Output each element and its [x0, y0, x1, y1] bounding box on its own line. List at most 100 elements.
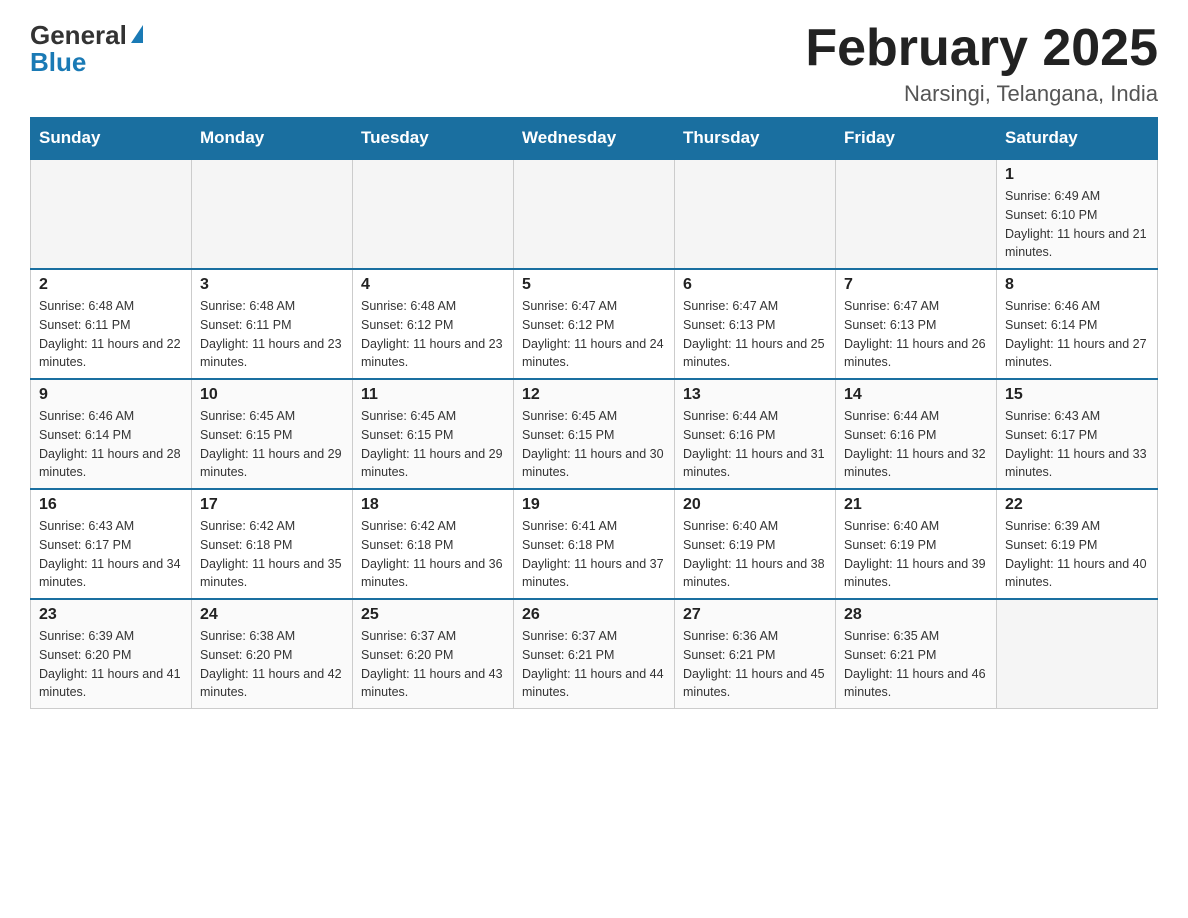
month-title: February 2025: [805, 20, 1158, 77]
day-info: Sunrise: 6:38 AMSunset: 6:20 PMDaylight:…: [200, 627, 344, 702]
logo-blue-text: Blue: [30, 47, 86, 78]
day-cell: 18 Sunrise: 6:42 AMSunset: 6:18 PMDayligh…: [353, 489, 514, 599]
day-info: Sunrise: 6:49 AMSunset: 6:10 PMDaylight:…: [1005, 187, 1149, 262]
day-cell: [997, 599, 1158, 709]
day-cell: 7 Sunrise: 6:47 AMSunset: 6:13 PMDaylight…: [836, 269, 997, 379]
day-number: 27: [683, 606, 827, 624]
day-info: Sunrise: 6:44 AMSunset: 6:16 PMDaylight:…: [844, 407, 988, 482]
day-number: 19: [522, 496, 666, 514]
day-cell: [353, 159, 514, 269]
day-cell: 28Sunrise: 6:35 AMSunset: 6:21 PMDayligh…: [836, 599, 997, 709]
header-cell-thursday: Thursday: [675, 118, 836, 160]
day-cell: 4 Sunrise: 6:48 AMSunset: 6:12 PMDaylight…: [353, 269, 514, 379]
day-number: 14: [844, 386, 988, 404]
day-info: Sunrise: 6:42 AMSunset: 6:18 PMDaylight:…: [361, 517, 505, 592]
day-cell: 26 Sunrise: 6:37 AMSunset: 6:21 PMDayligh…: [514, 599, 675, 709]
day-info: Sunrise: 6:47 AMSunset: 6:12 PMDaylight:…: [522, 297, 666, 372]
day-cell: 27 Sunrise: 6:36 AMSunset: 6:21 PMDayligh…: [675, 599, 836, 709]
week-row-4: 16 Sunrise: 6:43 AMSunset: 6:17 PMDayligh…: [31, 489, 1158, 599]
day-info: Sunrise: 6:39 AMSunset: 6:20 PMDaylight:…: [39, 627, 183, 702]
day-number: 25: [361, 606, 505, 624]
header-row: SundayMondayTuesdayWednesdayThursdayFrid…: [31, 118, 1158, 160]
day-cell: 11 Sunrise: 6:45 AMSunset: 6:15 PMDayligh…: [353, 379, 514, 489]
header-cell-wednesday: Wednesday: [514, 118, 675, 160]
day-number: 17: [200, 496, 344, 514]
day-number: 22: [1005, 496, 1149, 514]
day-number: 13: [683, 386, 827, 404]
day-number: 21: [844, 496, 988, 514]
day-info: Sunrise: 6:47 AMSunset: 6:13 PMDaylight:…: [844, 297, 988, 372]
day-info: Sunrise: 6:44 AMSunset: 6:16 PMDaylight:…: [683, 407, 827, 482]
calendar-table: SundayMondayTuesdayWednesdayThursdayFrid…: [30, 117, 1158, 709]
day-info: Sunrise: 6:48 AMSunset: 6:12 PMDaylight:…: [361, 297, 505, 372]
day-cell: 10Sunrise: 6:45 AMSunset: 6:15 PMDayligh…: [192, 379, 353, 489]
day-info: Sunrise: 6:45 AMSunset: 6:15 PMDaylight:…: [361, 407, 505, 482]
day-number: 9: [39, 386, 183, 404]
day-info: Sunrise: 6:46 AMSunset: 6:14 PMDaylight:…: [39, 407, 183, 482]
day-info: Sunrise: 6:42 AMSunset: 6:18 PMDaylight:…: [200, 517, 344, 592]
day-info: Sunrise: 6:45 AMSunset: 6:15 PMDaylight:…: [522, 407, 666, 482]
logo-triangle-icon: [131, 25, 143, 43]
day-number: 6: [683, 276, 827, 294]
day-number: 23: [39, 606, 183, 624]
day-number: 15: [1005, 386, 1149, 404]
day-number: 12: [522, 386, 666, 404]
day-info: Sunrise: 6:47 AMSunset: 6:13 PMDaylight:…: [683, 297, 827, 372]
day-cell: 1 Sunrise: 6:49 AMSunset: 6:10 PMDaylight…: [997, 159, 1158, 269]
day-cell: 15 Sunrise: 6:43 AMSunset: 6:17 PMDayligh…: [997, 379, 1158, 489]
day-number: 5: [522, 276, 666, 294]
day-number: 18: [361, 496, 505, 514]
title-area: February 2025 Narsingi, Telangana, India: [805, 20, 1158, 107]
day-cell: 6 Sunrise: 6:47 AMSunset: 6:13 PMDaylight…: [675, 269, 836, 379]
day-number: 11: [361, 386, 505, 404]
day-cell: [836, 159, 997, 269]
day-info: Sunrise: 6:37 AMSunset: 6:21 PMDaylight:…: [522, 627, 666, 702]
day-info: Sunrise: 6:43 AMSunset: 6:17 PMDaylight:…: [1005, 407, 1149, 482]
day-info: Sunrise: 6:37 AMSunset: 6:20 PMDaylight:…: [361, 627, 505, 702]
day-cell: 19 Sunrise: 6:41 AMSunset: 6:18 PMDayligh…: [514, 489, 675, 599]
day-cell: 22 Sunrise: 6:39 AMSunset: 6:19 PMDayligh…: [997, 489, 1158, 599]
day-cell: [514, 159, 675, 269]
week-row-2: 2 Sunrise: 6:48 AMSunset: 6:11 PMDaylight…: [31, 269, 1158, 379]
day-cell: 9 Sunrise: 6:46 AMSunset: 6:14 PMDaylight…: [31, 379, 192, 489]
day-number: 10: [200, 386, 344, 404]
day-number: 7: [844, 276, 988, 294]
day-cell: 8Sunrise: 6:46 AMSunset: 6:14 PMDaylight…: [997, 269, 1158, 379]
day-number: 20: [683, 496, 827, 514]
week-row-5: 23 Sunrise: 6:39 AMSunset: 6:20 PMDayligh…: [31, 599, 1158, 709]
page-header: General Blue February 2025 Narsingi, Tel…: [30, 20, 1158, 107]
day-number: 8: [1005, 276, 1149, 294]
day-cell: [31, 159, 192, 269]
day-cell: 3Sunrise: 6:48 AMSunset: 6:11 PMDaylight…: [192, 269, 353, 379]
day-cell: 20 Sunrise: 6:40 AMSunset: 6:19 PMDayligh…: [675, 489, 836, 599]
header-cell-saturday: Saturday: [997, 118, 1158, 160]
header-cell-sunday: Sunday: [31, 118, 192, 160]
day-cell: 2 Sunrise: 6:48 AMSunset: 6:11 PMDaylight…: [31, 269, 192, 379]
day-info: Sunrise: 6:48 AMSunset: 6:11 PMDaylight:…: [39, 297, 183, 372]
day-cell: 13 Sunrise: 6:44 AMSunset: 6:16 PMDayligh…: [675, 379, 836, 489]
day-info: Sunrise: 6:48 AMSunset: 6:11 PMDaylight:…: [200, 297, 344, 372]
day-number: 1: [1005, 166, 1149, 184]
day-cell: 24 Sunrise: 6:38 AMSunset: 6:20 PMDayligh…: [192, 599, 353, 709]
day-info: Sunrise: 6:39 AMSunset: 6:19 PMDaylight:…: [1005, 517, 1149, 592]
day-info: Sunrise: 6:40 AMSunset: 6:19 PMDaylight:…: [683, 517, 827, 592]
day-info: Sunrise: 6:40 AMSunset: 6:19 PMDaylight:…: [844, 517, 988, 592]
day-cell: 5 Sunrise: 6:47 AMSunset: 6:12 PMDaylight…: [514, 269, 675, 379]
day-number: 24: [200, 606, 344, 624]
header-cell-monday: Monday: [192, 118, 353, 160]
day-number: 26: [522, 606, 666, 624]
day-cell: 21 Sunrise: 6:40 AMSunset: 6:19 PMDayligh…: [836, 489, 997, 599]
day-number: 2: [39, 276, 183, 294]
week-row-1: 1 Sunrise: 6:49 AMSunset: 6:10 PMDaylight…: [31, 159, 1158, 269]
day-info: Sunrise: 6:35 AMSunset: 6:21 PMDaylight:…: [844, 627, 988, 702]
week-row-3: 9 Sunrise: 6:46 AMSunset: 6:14 PMDaylight…: [31, 379, 1158, 489]
day-cell: 12 Sunrise: 6:45 AMSunset: 6:15 PMDayligh…: [514, 379, 675, 489]
day-cell: 23 Sunrise: 6:39 AMSunset: 6:20 PMDayligh…: [31, 599, 192, 709]
day-number: 16: [39, 496, 183, 514]
day-info: Sunrise: 6:43 AMSunset: 6:17 PMDaylight:…: [39, 517, 183, 592]
day-number: 4: [361, 276, 505, 294]
location-subtitle: Narsingi, Telangana, India: [805, 81, 1158, 107]
day-cell: 17 Sunrise: 6:42 AMSunset: 6:18 PMDayligh…: [192, 489, 353, 599]
day-info: Sunrise: 6:36 AMSunset: 6:21 PMDaylight:…: [683, 627, 827, 702]
day-info: Sunrise: 6:41 AMSunset: 6:18 PMDaylight:…: [522, 517, 666, 592]
